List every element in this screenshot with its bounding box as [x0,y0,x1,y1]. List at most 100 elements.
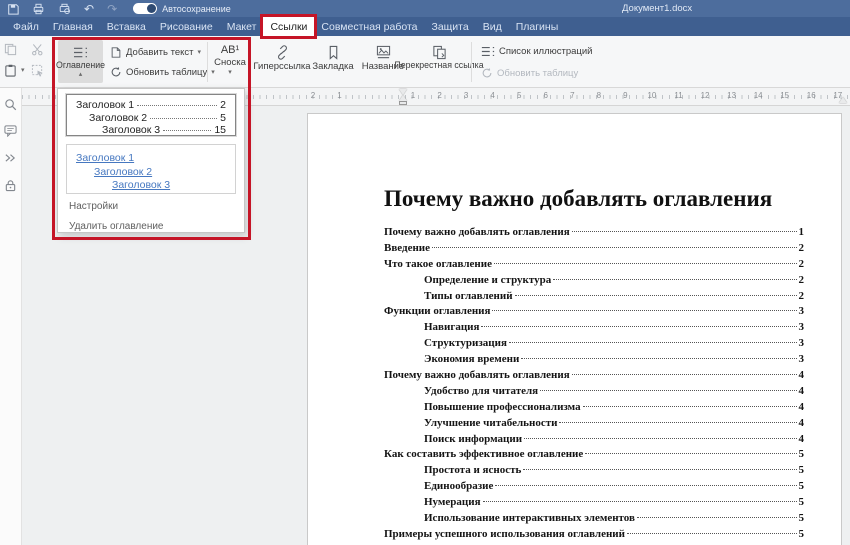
ruler-number: 15 [780,91,789,100]
save-icon[interactable] [7,3,19,15]
toc-entry[interactable]: Использование интерактивных элементов5 [384,511,804,527]
update-table-label: Обновить таблицу [126,67,207,78]
menu-tab[interactable]: Главная [46,17,100,36]
toc-remove-item[interactable]: Удалить оглавление [58,214,244,234]
quick-print-icon[interactable] [58,3,71,15]
menu-tab[interactable]: Защита [424,17,475,36]
ruler-number: 8 [597,91,601,100]
update-table2-label: Обновить таблицу [497,68,578,79]
toc-style-classic-option[interactable]: Заголовок 12 Заголовок 25 Заголовок 315 [66,94,236,136]
menu-bar: ФайлГлавнаяВставкаРисованиеМакетСсылкиСо… [0,17,850,36]
redo-icon[interactable]: ↷ [107,3,117,15]
toc-entry[interactable]: Удобство для читателя4 [384,384,804,400]
toc-style-links-option[interactable]: Заголовок 1 Заголовок 2 Заголовок 3 [66,144,236,194]
figures-list-button[interactable]: Список иллюстраций [481,45,593,58]
toc-entry[interactable]: Повышение профессионализма4 [384,400,804,416]
menu-tab[interactable]: Вставка [100,17,153,36]
ruler-number: 2 [311,91,315,100]
ruler-number: 2 [437,91,441,100]
toc-entry[interactable]: Нумерация5 [384,495,804,511]
ruler-number: 7 [570,91,574,100]
hyperlink-button[interactable]: Гиперссылка [254,45,310,72]
toc-entry[interactable]: Как составить эффективное оглавление5 [384,447,804,463]
toc-preview-row: Заголовок 315 [102,124,226,137]
print-icon[interactable] [32,3,45,15]
toc-entry[interactable]: Экономия времени3 [384,352,804,368]
undo-icon[interactable]: ↶ [84,3,94,15]
ruler-number: 12 [701,91,710,100]
document-heading[interactable]: Почему важно добавлять оглавления [384,186,804,212]
autosave-toggle[interactable] [133,3,157,14]
ruler-number: 10 [647,91,656,100]
menu-tab[interactable]: Файл [6,17,46,36]
toc-button[interactable]: Оглавление ▴ [58,40,103,83]
toc-entry[interactable]: Простота и ясность5 [384,463,804,479]
update-table-button[interactable]: Обновить таблицу ▾ [110,66,215,78]
toc-preview-link-row: Заголовок 1 [76,152,226,166]
bookmark-button[interactable]: Закладка [310,45,356,72]
protection-lock-icon[interactable] [4,179,17,192]
document-page[interactable]: Почему важно добавлять оглавления Почему… [307,113,842,545]
toc-entry[interactable]: Примеры успешного использования оглавлен… [384,527,804,543]
chevron-down-icon: ▾ [21,67,25,74]
update-table2-button[interactable]: Обновить таблицу [481,67,578,79]
toc-entry[interactable]: Навигация3 [384,320,804,336]
toc-entry[interactable]: Поиск информации4 [384,432,804,448]
select-icon[interactable] [31,64,44,77]
ruler-number: 9 [623,91,627,100]
ruler-number: 14 [754,91,763,100]
toc-entry[interactable]: Структуризация3 [384,336,804,352]
toc-entry[interactable]: Улучшение читабельности4 [384,416,804,432]
toc-entry[interactable]: Функции оглавления3 [384,304,804,320]
ribbon-toolbar: ▾ Оглавление ▴ Добавить текст ▾ Обновить… [0,36,850,88]
ruler-number: 3 [464,91,468,100]
search-icon[interactable] [4,98,17,111]
toc-preview-link-row: Заголовок 2 [94,166,226,180]
bookmark-label: Закладка [312,61,353,72]
comments-icon[interactable] [4,124,17,137]
toc-entry[interactable]: Единообразие5 [384,479,804,495]
ruler-number: 11 [674,91,682,100]
add-text-button[interactable]: Добавить текст ▾ [110,46,201,59]
toc-entry[interactable]: Определение и структура2 [384,273,804,289]
titlebar: ↶ ↷ Автосохранение Документ1.docx [0,0,850,17]
menu-tab[interactable]: Рисование [153,17,220,36]
hyperlink-label: Гиперссылка [253,61,310,72]
autosave-label: Автосохранение [162,4,231,14]
ruler-number: 1 [337,91,341,100]
chevron-up-icon: ▴ [79,71,83,78]
chevron-down-icon: ▾ [198,49,202,56]
menu-tab[interactable]: Вид [476,17,509,36]
toc-entry[interactable]: Почему важно добавлять оглавления1 [384,225,804,241]
toc-entry[interactable]: Введение2 [384,241,804,257]
cut-icon[interactable] [31,43,44,56]
right-indent-marker[interactable] [839,97,847,103]
toc-preview-link-row: Заголовок 3 [112,179,226,193]
review-changes-icon[interactable] [4,151,17,164]
toc-settings-item[interactable]: Настройки [58,194,244,214]
chevron-down-icon: ▾ [228,69,232,76]
paste-icon[interactable]: ▾ [4,64,25,77]
ruler-number: 5 [517,91,521,100]
footnote-label: Сноска [214,57,246,68]
window-title: Документ1.docx [622,3,692,14]
ruler-number: 6 [544,91,548,100]
menu-tab[interactable]: Ссылки [263,17,314,36]
ruler-number: 13 [727,91,736,100]
menu-tab[interactable]: Макет [220,17,264,36]
indent-marker[interactable] [399,89,407,105]
toc-entry[interactable]: Что такое оглавление2 [384,257,804,273]
toc-entry[interactable]: Типы оглавлений2 [384,289,804,305]
footnote-button[interactable]: AB¹ Сноска ▾ [213,44,247,76]
copy-icon[interactable] [4,43,17,56]
menu-tab[interactable]: Совместная работа [314,17,424,36]
menu-tab[interactable]: Плагины [509,17,566,36]
footnote-ab-glyph: AB¹ [221,44,239,56]
ruler-number: 4 [490,91,494,100]
ruler-number: 16 [807,91,816,100]
cross-reference-button[interactable]: Перекрестная ссылка [408,45,470,71]
ruler-number: 1 [411,91,415,100]
document-toc: Почему важно добавлять оглавления1 Введе… [384,225,804,543]
toc-entry[interactable]: Почему важно добавлять оглавления4 [384,368,804,384]
toc-button-label: Оглавление [56,60,105,70]
